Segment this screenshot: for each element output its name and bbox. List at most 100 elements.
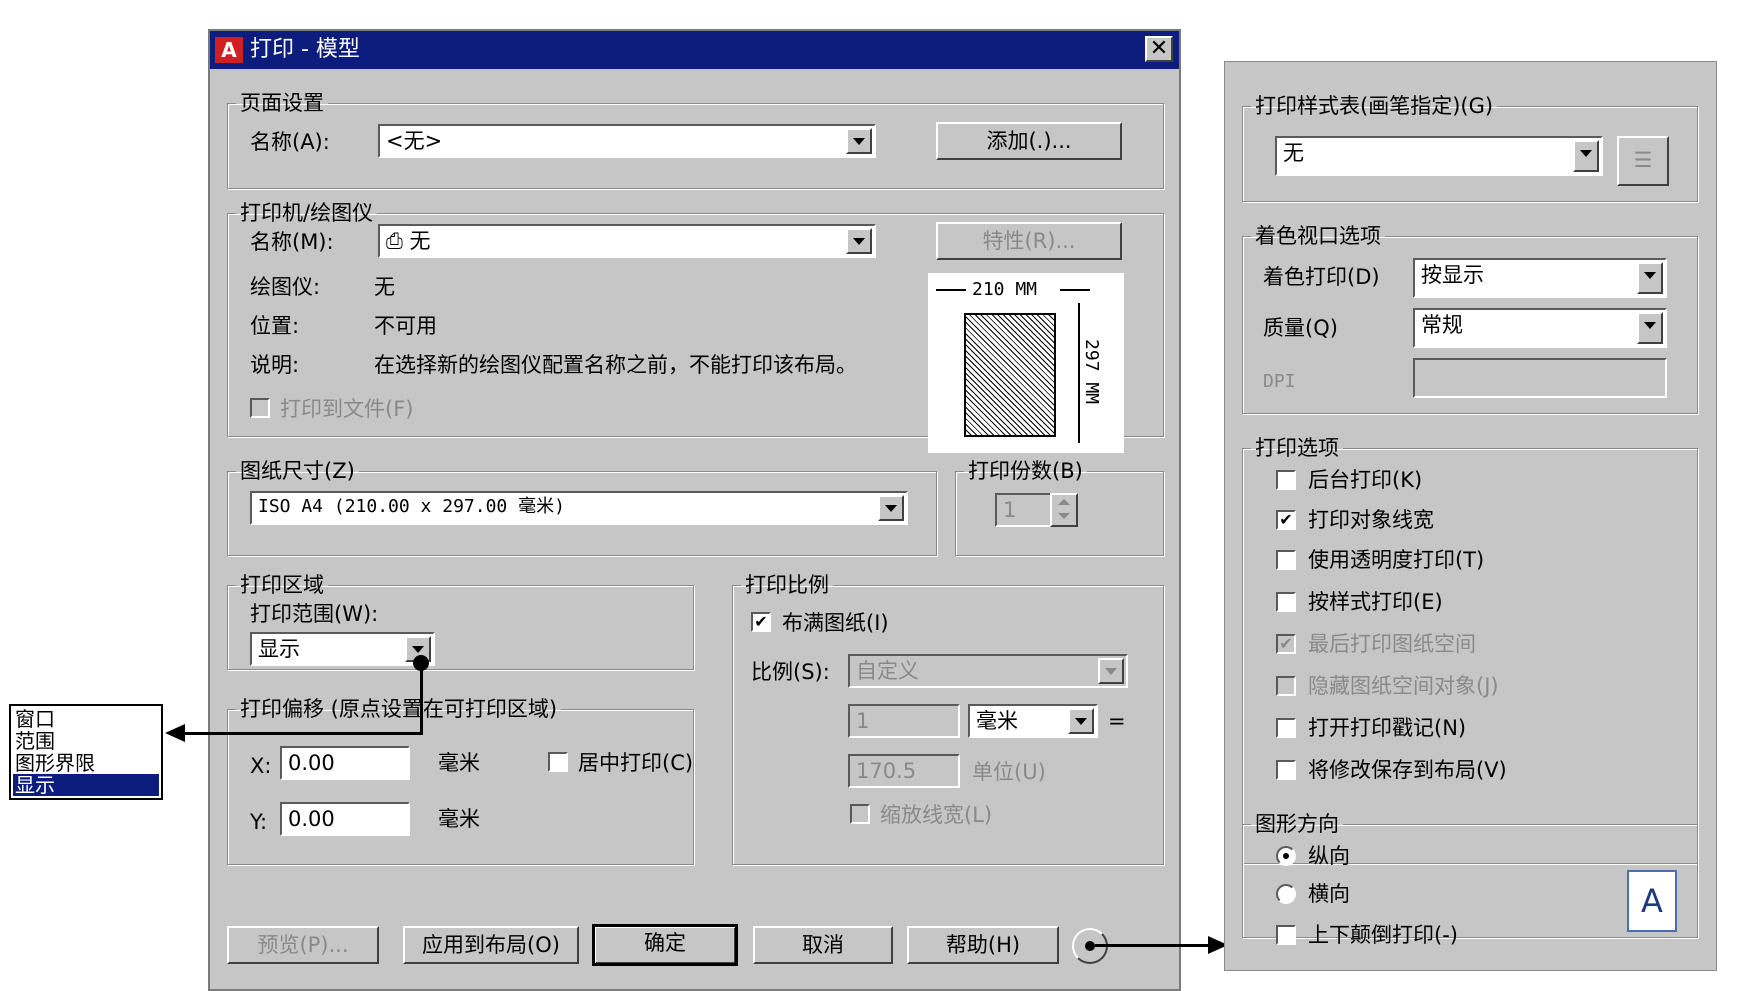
location-value: 不可用 [374, 314, 437, 338]
plot-range-label: 打印范围(W): [250, 602, 379, 626]
portrait-radio[interactable] [1276, 846, 1296, 866]
landscape-radio[interactable] [1276, 884, 1296, 904]
cancel-button[interactable]: 取消 [753, 926, 893, 964]
plot-upside-down-label: 上下颠倒打印(-) [1308, 923, 1458, 947]
plot-to-file-label: 打印到文件(F) [280, 397, 414, 421]
shade-plot-label: 着色打印(D) [1263, 265, 1380, 289]
printer-name-value: 无 [409, 229, 431, 253]
offset-x-input[interactable]: 0.00 [280, 746, 410, 780]
copies-spinner[interactable] [1050, 493, 1078, 527]
printer-properties-button[interactable]: 特性(R)... [936, 222, 1122, 260]
paper-size-value: ISO A4 (210.00 x 297.00 毫米) [258, 496, 565, 517]
connector-line [1095, 944, 1210, 947]
chevron-down-icon[interactable] [846, 228, 872, 254]
quality-label: 质量(Q) [1263, 316, 1338, 340]
plot-with-styles-label: 按样式打印(E) [1308, 590, 1443, 614]
edit-style-table-button[interactable]: ☰ [1617, 136, 1669, 186]
plot-transparency-checkbox[interactable] [1276, 550, 1296, 570]
shaded-viewport-legend: 着色视口选项 [1255, 224, 1381, 248]
paper-height-label: 297 MM [1081, 339, 1102, 405]
offset-y-input[interactable]: 0.00 [280, 802, 410, 836]
apply-to-layout-button[interactable]: 应用到布局(O) [403, 926, 579, 964]
paper-width-label: 210 MM [972, 279, 1038, 300]
chevron-down-icon[interactable] [1637, 312, 1663, 344]
plot-style-table-value: 无 [1283, 141, 1304, 165]
edit-style-icon: ☰ [1633, 148, 1653, 172]
plot-with-styles-checkbox[interactable] [1276, 592, 1296, 612]
save-changes-to-layout-checkbox[interactable] [1276, 760, 1296, 780]
ok-button[interactable]: 确定 [592, 924, 738, 966]
scale-dropdown[interactable]: 自定义 [848, 654, 1128, 688]
plot-to-file-checkbox[interactable] [250, 398, 270, 418]
range-option-extents[interactable]: 范围 [13, 730, 159, 752]
landscape-label: 横向 [1308, 882, 1350, 906]
page-setup-name-value: <无> [386, 129, 443, 153]
page-icon-letter: A [1641, 882, 1663, 920]
offset-y-unit: 毫米 [438, 807, 480, 831]
offset-y-value: 0.00 [288, 807, 335, 831]
dpi-label: DPI [1263, 371, 1296, 392]
printer-name-dropdown[interactable]: ⎙ 无 [378, 224, 876, 258]
equals-sign: = [1108, 709, 1126, 733]
page-setup-legend: 页面设置 [240, 91, 324, 115]
save-changes-to-layout-label: 将修改保存到布局(V) [1308, 758, 1507, 782]
chevron-down-icon[interactable] [846, 128, 872, 154]
preview-button[interactable]: 预览(P)... [227, 926, 379, 964]
quality-dropdown[interactable]: 常规 [1413, 308, 1667, 348]
printer-legend: 打印机/绘图仪 [240, 201, 374, 225]
chevron-down-icon[interactable] [1068, 708, 1094, 734]
plot-stamp-on-checkbox[interactable] [1276, 718, 1296, 738]
add-page-setup-button[interactable]: 添加(.)... [936, 122, 1122, 160]
shade-plot-value: 按显示 [1421, 263, 1484, 287]
chevron-down-icon[interactable] [1637, 262, 1663, 294]
scale-denominator-value: 170.5 [856, 759, 917, 783]
expand-icon [1085, 941, 1095, 951]
more-options-panel: 打印样式表(画笔指定)(G) 无 ☰ 着色视口选项 着色打印(D) 按显示 质量… [1224, 61, 1717, 971]
plot-paperspace-last-checkbox[interactable]: ✔ [1276, 634, 1296, 654]
paper-size-legend: 图纸尺寸(Z) [240, 459, 355, 483]
scale-numerator-input[interactable]: 1 [848, 704, 960, 738]
paper-size-dropdown[interactable]: ISO A4 (210.00 x 297.00 毫米) [250, 491, 908, 525]
hide-paperspace-objects-checkbox[interactable] [1276, 676, 1296, 696]
background-plot-checkbox[interactable] [1276, 470, 1296, 490]
page-setup-name-dropdown[interactable]: <无> [378, 124, 876, 158]
scale-lineweights-label: 缩放线宽(L) [880, 803, 993, 827]
center-plot-checkbox[interactable] [548, 752, 568, 772]
shade-plot-dropdown[interactable]: 按显示 [1413, 258, 1667, 298]
plot-lineweights-checkbox[interactable]: ✔ [1276, 510, 1296, 530]
plot-paperspace-last-label: 最后打印图纸空间 [1308, 632, 1476, 656]
copies-value: 1 [1003, 498, 1017, 522]
print-dialog: A 打印 - 模型 ✕ 页面设置 名称(A): <无> 添加(.)... 打印机… [208, 29, 1181, 991]
page-setup-name-label: 名称(A): [250, 130, 330, 154]
dpi-input[interactable] [1413, 358, 1667, 398]
fit-to-paper-checkbox[interactable]: ✔ [751, 612, 771, 632]
description-label: 说明: [250, 353, 300, 377]
fit-to-paper-label: 布满图纸(I) [782, 611, 889, 635]
chevron-down-icon[interactable] [878, 495, 904, 521]
width-arrow-right [1060, 289, 1090, 291]
scale-denominator-input[interactable]: 170.5 [848, 754, 960, 788]
offset-x-label: X: [250, 754, 272, 778]
plot-range-dropdown[interactable]: 显示 [250, 632, 435, 666]
scale-lineweights-checkbox[interactable] [850, 804, 870, 824]
description-value: 在选择新的绘图仪配置名称之前，不能打印该布局。 [374, 353, 857, 377]
plot-style-table-dropdown[interactable]: 无 [1275, 136, 1603, 176]
portrait-page-icon: A [1627, 870, 1677, 932]
plot-area-legend: 打印区域 [240, 573, 324, 597]
help-button[interactable]: 帮助(H) [907, 926, 1059, 964]
plot-upside-down-checkbox[interactable] [1276, 925, 1296, 945]
close-icon: ✕ [1149, 36, 1169, 61]
dialog-title: 打印 - 模型 [250, 37, 360, 62]
background-plot-label: 后台打印(K) [1308, 468, 1423, 492]
scale-unit-dropdown[interactable]: 毫米 [968, 704, 1098, 738]
paper-preview: 210 MM 297 MM [928, 273, 1124, 453]
range-option-limits[interactable]: 图形界限 [13, 752, 159, 774]
chevron-down-icon[interactable] [1573, 140, 1599, 172]
printer-icon: ⎙ [386, 229, 403, 253]
range-option-window[interactable]: 窗口 [13, 708, 159, 730]
offset-y-label: Y: [250, 810, 268, 834]
title-bar[interactable]: A 打印 - 模型 ✕ [210, 31, 1179, 69]
chevron-down-icon[interactable] [1098, 658, 1124, 684]
close-button[interactable]: ✕ [1145, 36, 1173, 62]
range-option-display[interactable]: 显示 [13, 774, 159, 796]
